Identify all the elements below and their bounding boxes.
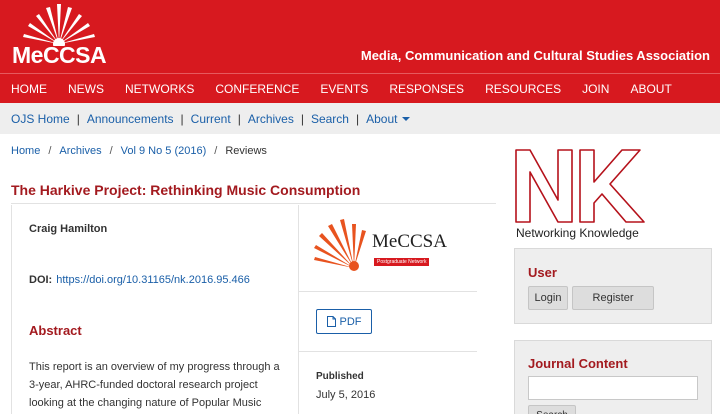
- breadcrumb-archives[interactable]: Archives: [59, 145, 101, 157]
- abstract-text: This report is an overview of my progres…: [29, 361, 280, 409]
- nav-networks[interactable]: NETWORKS: [125, 82, 194, 96]
- abstract-heading: Abstract: [29, 323, 82, 338]
- published-date: July 5, 2016: [316, 389, 376, 401]
- divider: [299, 351, 477, 352]
- nav-responses[interactable]: RESPONSES: [389, 82, 464, 96]
- nav-resources[interactable]: RESOURCES: [485, 82, 561, 96]
- pdf-download-button[interactable]: PDF: [316, 309, 372, 334]
- published-label: Published: [316, 371, 364, 382]
- journal-content-heading: Journal Content: [528, 356, 628, 371]
- subnav-separator: |: [76, 111, 80, 126]
- subnav-archives[interactable]: Archives: [248, 112, 294, 126]
- nav-join[interactable]: JOIN: [582, 82, 609, 96]
- journal-search-input[interactable]: [528, 376, 698, 400]
- user-heading: User: [528, 265, 557, 280]
- nav-conference[interactable]: CONFERENCE: [215, 82, 299, 96]
- nav-home[interactable]: HOME: [11, 82, 47, 96]
- doi-link[interactable]: https://doi.org/10.31165/nk.2016.95.466: [56, 274, 250, 286]
- caret-down-icon: [402, 117, 411, 122]
- postgraduate-network-badge: Postgraduate Network: [374, 258, 430, 266]
- subnav-announcements[interactable]: Announcements: [87, 112, 174, 126]
- logo-text: MeCCSA: [12, 42, 107, 68]
- journal-search-button[interactable]: Search: [528, 405, 576, 414]
- breadcrumb-issue[interactable]: Vol 9 No 5 (2016): [121, 145, 207, 157]
- nav-about[interactable]: ABOUT: [630, 82, 671, 96]
- divider: [299, 291, 477, 292]
- main-navigation: HOME NEWS NETWORKS CONFERENCE EVENTS RES…: [0, 73, 720, 103]
- column-divider: [298, 205, 299, 414]
- nav-news[interactable]: NEWS: [68, 82, 104, 96]
- divider: [11, 203, 496, 204]
- subnav-ojs-home[interactable]: OJS Home: [11, 112, 70, 126]
- networking-knowledge-caption: Networking Knowledge: [516, 226, 639, 240]
- login-button[interactable]: Login: [528, 286, 568, 310]
- register-button[interactable]: Register: [572, 286, 654, 310]
- article-title: The Harkive Project: Rethinking Music Co…: [11, 182, 361, 198]
- divider: [11, 205, 12, 414]
- pdf-label: PDF: [339, 315, 362, 328]
- breadcrumb-separator: /: [214, 145, 218, 157]
- subnav-separator: |: [180, 111, 184, 126]
- subnav-about-label: About: [366, 111, 398, 126]
- article-doi: DOI: https://doi.org/10.31165/nk.2016.95.…: [29, 274, 250, 286]
- breadcrumb-home[interactable]: Home: [11, 145, 40, 157]
- doi-label: DOI:: [29, 274, 53, 286]
- document-icon: [326, 316, 336, 327]
- breadcrumb-separator: /: [48, 145, 52, 157]
- subnav-separator: |: [300, 111, 304, 126]
- site-header: MeCCSA Media, Communication and Cultural…: [0, 0, 720, 73]
- user-block: User Login Register: [514, 248, 712, 324]
- breadcrumb-current: Reviews: [225, 145, 267, 157]
- journal-navigation: OJS Home | Announcements | Current | Arc…: [0, 103, 720, 134]
- breadcrumb: Home / Archives / Vol 9 No 5 (2016) / Re…: [11, 145, 267, 157]
- subnav-separator: |: [355, 111, 360, 126]
- subnav-search[interactable]: Search: [311, 112, 349, 126]
- breadcrumb-separator: /: [109, 145, 113, 157]
- subnav-about-dropdown[interactable]: About: [366, 111, 411, 126]
- journal-logo-text: MeCCSA: [372, 231, 447, 252]
- association-name: Media, Communication and Cultural Studie…: [360, 48, 710, 63]
- meccsa-logo[interactable]: MeCCSA: [10, 0, 110, 73]
- subnav-separator: |: [237, 111, 241, 126]
- subnav-current[interactable]: Current: [191, 112, 231, 126]
- starburst-icon: [23, 4, 95, 46]
- starburst-icon: [314, 219, 366, 271]
- article-author: Craig Hamilton: [29, 223, 108, 235]
- nav-events[interactable]: EVENTS: [320, 82, 368, 96]
- journal-cover-logo: MeCCSA Postgraduate Network: [314, 218, 464, 273]
- journal-content-block: Journal Content Search: [514, 340, 712, 414]
